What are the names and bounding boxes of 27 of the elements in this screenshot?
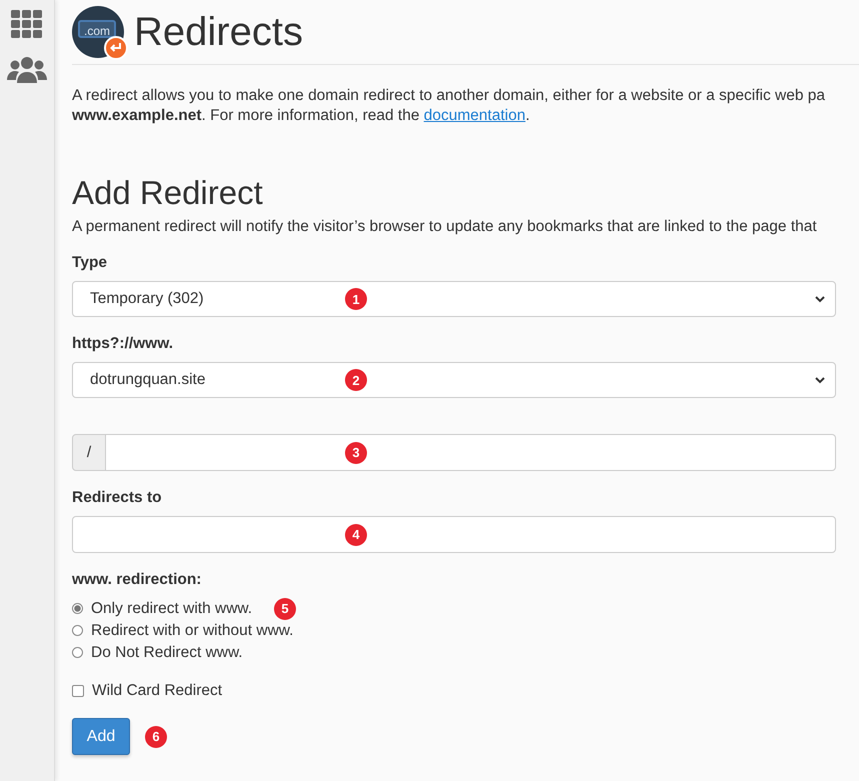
field-label: Redirects to [72, 489, 163, 508]
radio-button[interactable] [72, 647, 83, 658]
annotation-marker: 6 [145, 726, 167, 748]
radio-button[interactable] [72, 625, 83, 636]
redirection-label: www. redirection: [72, 571, 202, 589]
path-input-field[interactable] [106, 434, 836, 471]
path-prefix: / [72, 434, 106, 471]
url-input-field[interactable] [72, 516, 836, 553]
caret-icon [815, 376, 825, 384]
documentation-link[interactable]: documentation [424, 107, 526, 124]
checkbox-label: Wild Card Redirect [92, 682, 222, 700]
radio-button[interactable] [72, 603, 83, 614]
page-title: Redirects [134, 10, 303, 54]
section-description: A permanent redirect will notify the visitor’s browser to update any bookmarks that are linked to the page that [72, 218, 818, 236]
radio-label: Redirect with or without www. [91, 622, 294, 640]
field-label: Type [72, 254, 108, 273]
annotation-marker: 5 [274, 598, 296, 620]
caret-icon [815, 296, 825, 302]
radio-label: Do Not Redirect www. [91, 644, 243, 662]
field-label: https?://www. [72, 335, 174, 354]
add-button[interactable]: Add [72, 718, 130, 755]
users-icon[interactable] [7, 56, 47, 84]
intro-text: A redirect allows you to make one domain redirect to another domain, either for a website or a specific web pa www.example.net. For more information, read the documentation. [72, 86, 826, 126]
checkbox[interactable] [72, 685, 84, 697]
apps-grid-icon[interactable] [11, 10, 43, 38]
radio-label: Only redirect with www. [91, 600, 252, 618]
section-title: Add Redirect [72, 174, 264, 212]
